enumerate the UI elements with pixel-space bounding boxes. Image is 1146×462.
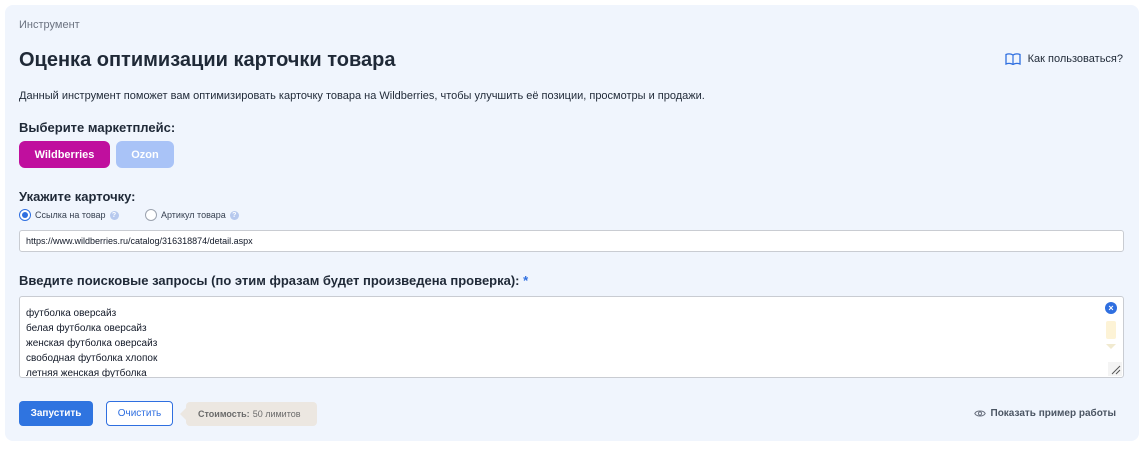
clear-button[interactable]: Очистить bbox=[106, 401, 173, 426]
radio-article-label: Артикул товара bbox=[161, 210, 226, 220]
card-input-type: Ссылка на товар ? Артикул товара ? bbox=[19, 209, 239, 221]
cost-label: Стоимость: bbox=[198, 409, 250, 419]
how-to-use-label: Как пользоваться? bbox=[1027, 53, 1123, 65]
query-line: свободная футболка хлопок bbox=[26, 353, 158, 364]
resize-handle-icon[interactable] bbox=[1108, 362, 1122, 376]
how-to-use-link[interactable]: Как пользоваться? bbox=[1004, 53, 1123, 65]
cost-value: 50 лимитов bbox=[252, 409, 301, 419]
radio-article-option[interactable]: Артикул товара ? bbox=[145, 209, 239, 221]
show-example-link[interactable]: Показать пример работы bbox=[973, 408, 1117, 419]
queries-label-text: Введите поисковые запросы (по этим фраза… bbox=[19, 273, 520, 288]
scrollbar-thumb[interactable] bbox=[1106, 321, 1116, 339]
tool-description: Данный инструмент поможет вам оптимизиро… bbox=[19, 90, 705, 102]
product-url-input[interactable]: https://www.wildberries.ru/catalog/31631… bbox=[19, 230, 1124, 252]
radio-link-option[interactable]: Ссылка на товар ? bbox=[19, 209, 145, 221]
tool-panel: Инструмент Оценка оптимизации карточки т… bbox=[5, 5, 1139, 441]
queries-label: Введите поисковые запросы (по этим фраза… bbox=[19, 273, 528, 288]
query-line: футболка оверсайз bbox=[26, 308, 117, 319]
eye-icon bbox=[973, 409, 986, 418]
radio-link[interactable] bbox=[19, 209, 31, 221]
scroll-down-arrow[interactable] bbox=[1106, 344, 1116, 349]
book-icon bbox=[1004, 53, 1021, 65]
marketplace-ozon-button[interactable]: Ozon bbox=[116, 141, 174, 168]
run-button[interactable]: Запустить bbox=[19, 401, 93, 426]
query-line: женская футболка оверсайз bbox=[26, 338, 158, 349]
queries-text: футболка оверсайз белая футболка оверсай… bbox=[26, 297, 158, 378]
radio-article[interactable] bbox=[145, 209, 157, 221]
query-line-cut bbox=[26, 297, 157, 306]
page-title: Оценка оптимизации карточки товара bbox=[19, 49, 396, 71]
help-icon[interactable]: ? bbox=[109, 210, 119, 220]
marketplace-wildberries-button[interactable]: Wildberries bbox=[19, 141, 110, 168]
show-example-label: Показать пример работы bbox=[990, 408, 1117, 419]
search-queries-textarea[interactable]: футболка оверсайз белая футболка оверсай… bbox=[19, 296, 1124, 378]
clear-queries-icon[interactable]: × bbox=[1105, 302, 1117, 314]
card-input-label: Укажите карточку: bbox=[19, 189, 136, 204]
marketplace-label: Выберите маркетплейс: bbox=[19, 120, 176, 135]
query-line: летняя женская футболка bbox=[26, 368, 147, 378]
help-icon[interactable]: ? bbox=[229, 210, 239, 220]
query-line: белая футболка оверсайз bbox=[26, 323, 147, 334]
breadcrumb: Инструмент bbox=[19, 19, 80, 31]
radio-link-label: Ссылка на товар bbox=[35, 210, 106, 220]
cost-badge: Стоимость: 50 лимитов bbox=[180, 402, 317, 426]
required-mark: * bbox=[523, 273, 529, 288]
